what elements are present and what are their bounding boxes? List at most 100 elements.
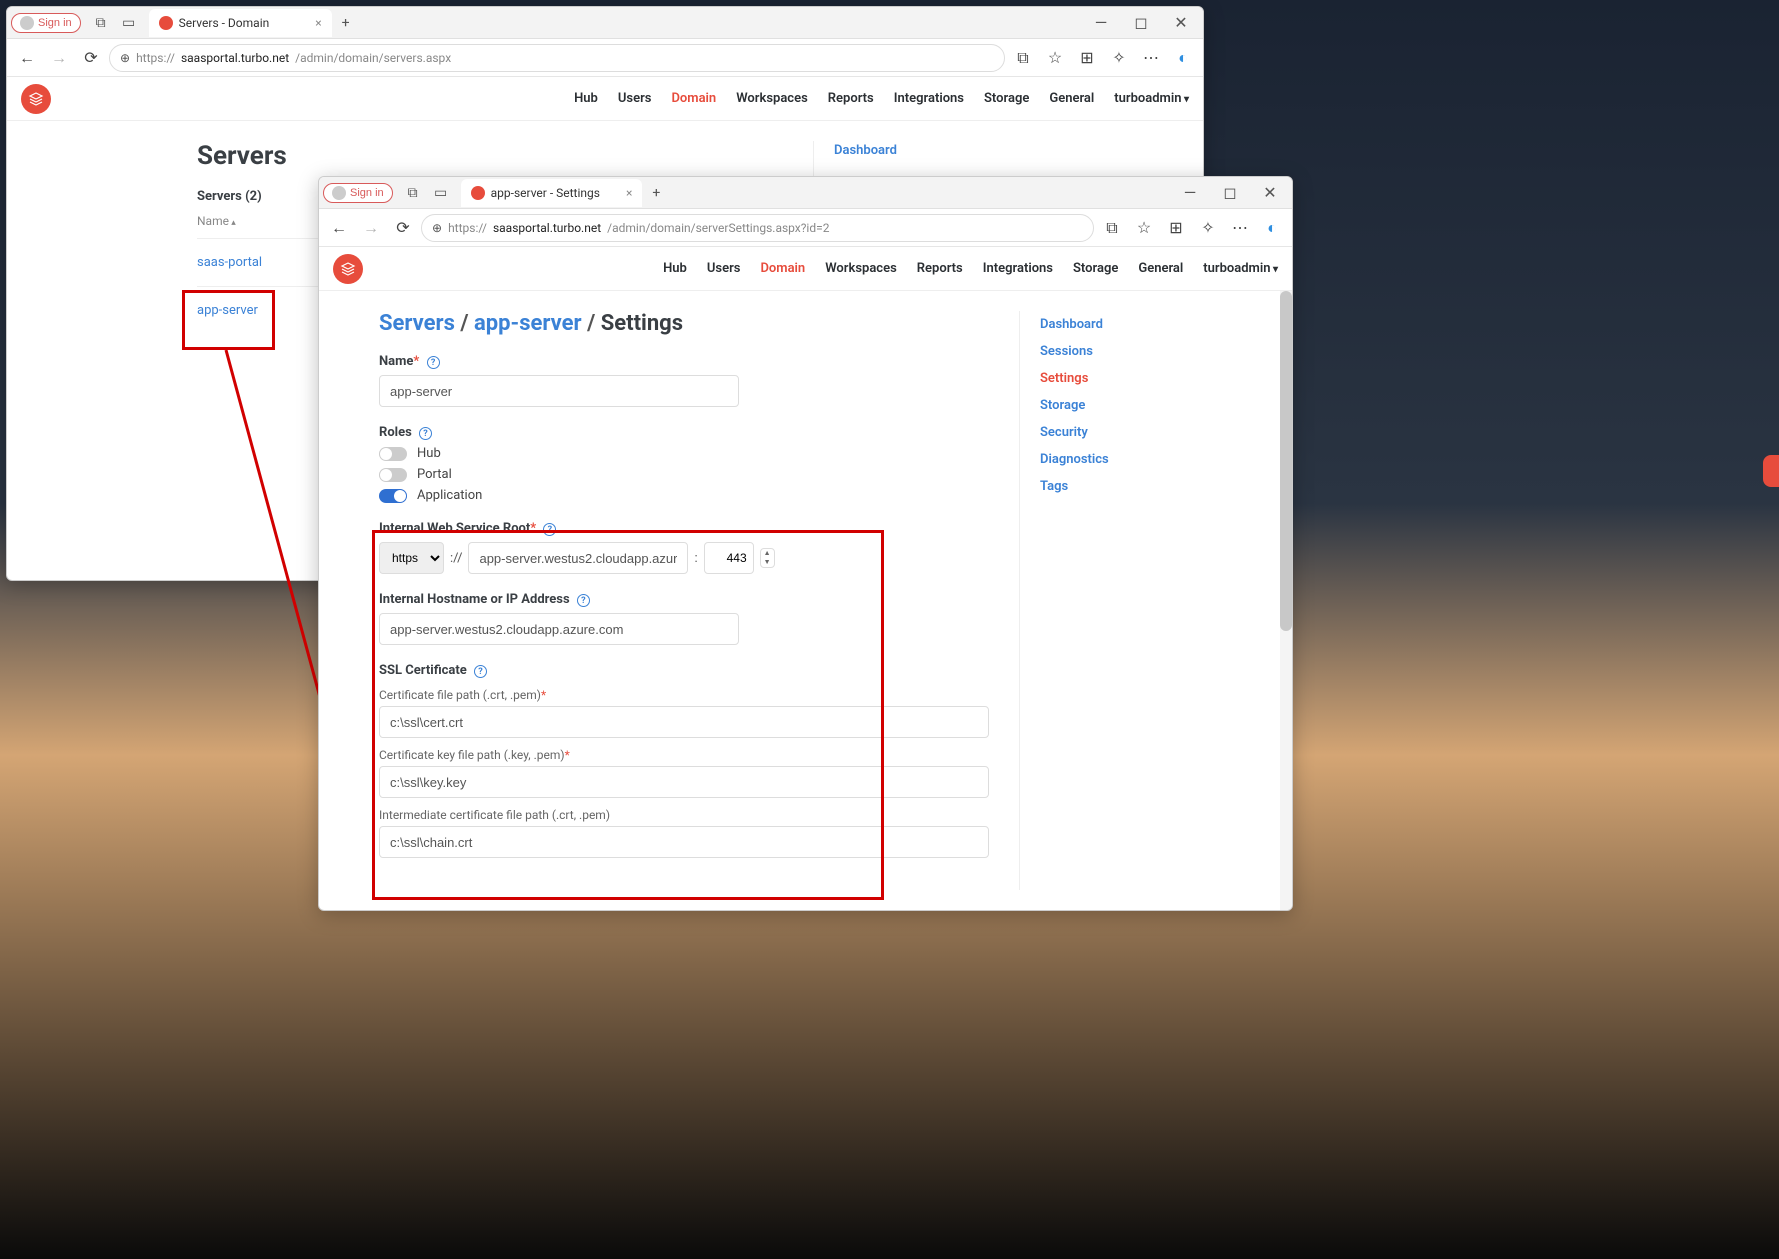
nav-hub[interactable]: Hub [663, 261, 687, 276]
page-sidebar: Dashboard Sessions Settings Storage Secu… [1019, 311, 1239, 890]
nav-integrations[interactable]: Integrations [894, 91, 964, 106]
favicon-icon [471, 186, 485, 200]
close-tab-icon[interactable]: × [626, 186, 632, 200]
back-button[interactable]: ← [325, 214, 353, 242]
breadcrumb-servers[interactable]: Servers [379, 311, 455, 336]
app-header: Hub Users Domain Workspaces Reports Inte… [319, 247, 1292, 291]
new-tab-button[interactable]: + [334, 11, 358, 35]
forward-button[interactable]: → [45, 44, 73, 72]
url-input[interactable]: ⊕ https://saasportal.turbo.net/admin/dom… [109, 44, 1005, 72]
sidebar-dashboard[interactable]: Dashboard [834, 141, 1013, 160]
scrollbar-thumb[interactable] [1280, 291, 1292, 631]
split-screen-icon[interactable]: ⧉ [1009, 44, 1037, 72]
browser-tab[interactable]: app-server - Settings × [461, 179, 643, 207]
annotation-highlight-app-server [182, 290, 275, 350]
role-portal-label: Portal [417, 467, 452, 482]
copilot-icon[interactable]: ◐ [1169, 44, 1197, 72]
avatar-icon [332, 186, 346, 200]
more-icon[interactable]: ⋯ [1137, 44, 1165, 72]
nav-user-menu[interactable]: turboadmin [1114, 91, 1189, 106]
close-tab-icon[interactable]: × [315, 16, 321, 30]
breadcrumb-app-server[interactable]: app-server [474, 311, 582, 336]
nav-domain[interactable]: Domain [760, 261, 805, 276]
side-accent-tab [1763, 455, 1779, 487]
forward-button[interactable]: → [357, 214, 385, 242]
vertical-scrollbar[interactable] [1280, 291, 1292, 910]
collections-icon[interactable]: ✧ [1105, 44, 1133, 72]
favorite-icon[interactable]: ☆ [1041, 44, 1069, 72]
sidebar-sessions[interactable]: Sessions [1040, 338, 1239, 365]
sidebar-diagnostics[interactable]: Diagnostics [1040, 446, 1239, 473]
sidebar-dashboard[interactable]: Dashboard [1040, 311, 1239, 338]
breadcrumb: Servers / app-server / Settings [379, 311, 999, 336]
label-roles: Roles ? [379, 425, 999, 440]
more-icon[interactable]: ⋯ [1226, 214, 1254, 242]
close-button[interactable]: ✕ [1252, 181, 1288, 205]
nav-users[interactable]: Users [618, 91, 652, 106]
avatar-icon [20, 16, 34, 30]
nav-storage[interactable]: Storage [1073, 261, 1118, 276]
sidebar-tags[interactable]: Tags [1040, 473, 1239, 500]
url-input[interactable]: ⊕ https://saasportal.turbo.net/admin/dom… [421, 214, 1094, 242]
toggle-portal[interactable] [379, 468, 407, 482]
reload-button[interactable]: ⟳ [389, 214, 417, 242]
url-host: saasportal.turbo.net [181, 51, 289, 65]
sidebar-storage[interactable]: Storage [1040, 392, 1239, 419]
sidebar-security[interactable]: Security [1040, 419, 1239, 446]
toggle-hub[interactable] [379, 447, 407, 461]
back-button[interactable]: ← [13, 44, 41, 72]
copilot-icon[interactable]: ◐ [1258, 214, 1286, 242]
nav-users[interactable]: Users [707, 261, 741, 276]
nav-general[interactable]: General [1049, 91, 1094, 106]
nav-domain[interactable]: Domain [671, 91, 716, 106]
collections-icon[interactable]: ✧ [1194, 214, 1222, 242]
toggle-application[interactable] [379, 489, 407, 503]
close-button[interactable]: ✕ [1163, 11, 1199, 35]
maximize-button[interactable]: ◻ [1212, 181, 1248, 205]
label-name: Name* ? [379, 354, 999, 369]
nav-workspaces[interactable]: Workspaces [736, 91, 808, 106]
tabs-icon[interactable]: ▭ [429, 181, 453, 205]
address-bar: ← → ⟳ ⊕ https://saasportal.turbo.net/adm… [7, 39, 1203, 77]
nav-reports[interactable]: Reports [828, 91, 874, 106]
site-info-icon[interactable]: ⊕ [120, 51, 130, 65]
minimize-button[interactable]: — [1172, 181, 1208, 205]
app-header: Hub Users Domain Workspaces Reports Inte… [7, 77, 1203, 121]
page-title: Servers [197, 141, 813, 171]
nav-integrations[interactable]: Integrations [983, 261, 1053, 276]
signin-button[interactable]: Sign in [11, 13, 81, 33]
extensions-icon[interactable]: ⊞ [1073, 44, 1101, 72]
workspaces-icon[interactable]: ⧉ [89, 11, 113, 35]
help-icon[interactable]: ? [427, 356, 440, 369]
tabs-icon[interactable]: ▭ [117, 11, 141, 35]
favicon-icon [159, 16, 173, 30]
breadcrumb-current: Settings [601, 311, 683, 336]
nav-workspaces[interactable]: Workspaces [825, 261, 897, 276]
role-hub-label: Hub [417, 446, 441, 461]
favorite-icon[interactable]: ☆ [1130, 214, 1158, 242]
app-logo-icon[interactable] [21, 84, 51, 114]
new-tab-button[interactable]: + [644, 181, 668, 205]
signin-button[interactable]: Sign in [323, 183, 393, 203]
app-logo-icon[interactable] [333, 254, 363, 284]
help-icon[interactable]: ? [419, 427, 432, 440]
nav-storage[interactable]: Storage [984, 91, 1029, 106]
url-path: /admin/domain/servers.aspx [295, 51, 451, 65]
app-nav: Hub Users Domain Workspaces Reports Inte… [574, 91, 1189, 106]
tab-title: Servers - Domain [179, 16, 270, 30]
name-input[interactable] [379, 375, 739, 407]
site-info-icon[interactable]: ⊕ [432, 221, 442, 235]
maximize-button[interactable]: ◻ [1123, 11, 1159, 35]
split-screen-icon[interactable]: ⧉ [1098, 214, 1126, 242]
minimize-button[interactable]: — [1083, 11, 1119, 35]
nav-user-menu[interactable]: turboadmin [1203, 261, 1278, 276]
nav-reports[interactable]: Reports [917, 261, 963, 276]
browser-tab[interactable]: Servers - Domain × [149, 9, 332, 37]
nav-hub[interactable]: Hub [574, 91, 598, 106]
signin-label: Sign in [38, 17, 72, 29]
nav-general[interactable]: General [1138, 261, 1183, 276]
sidebar-settings[interactable]: Settings [1040, 365, 1239, 392]
extensions-icon[interactable]: ⊞ [1162, 214, 1190, 242]
workspaces-icon[interactable]: ⧉ [401, 181, 425, 205]
reload-button[interactable]: ⟳ [77, 44, 105, 72]
